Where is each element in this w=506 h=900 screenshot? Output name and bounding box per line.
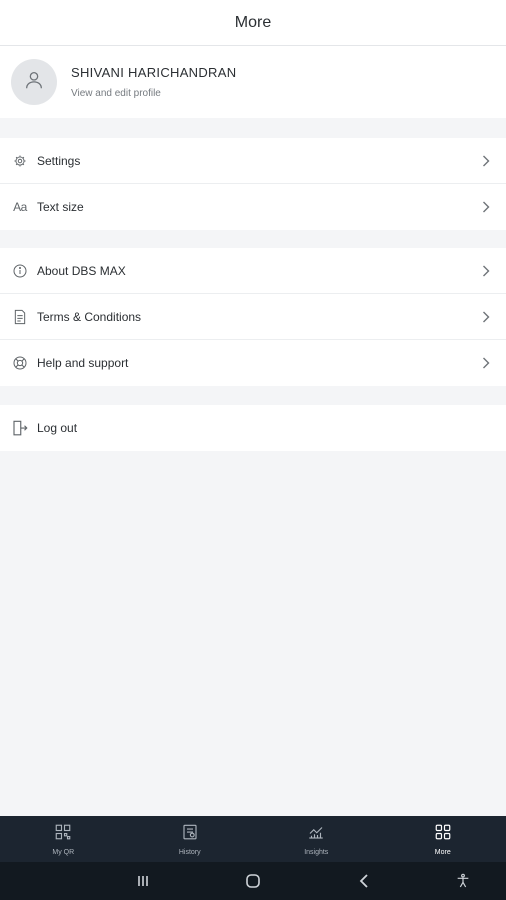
info-group: About DBS MAX Terms & Conditions Help an… <box>0 248 506 386</box>
menu-item-settings[interactable]: Settings <box>0 138 506 184</box>
profile-row[interactable]: SHIVANI HARICHANDRAN View and edit profi… <box>0 46 506 118</box>
insights-icon <box>307 823 325 846</box>
menu-item-about[interactable]: About DBS MAX <box>0 248 506 294</box>
menu-item-text-size[interactable]: Aa Text size <box>0 184 506 230</box>
logout-group: Log out <box>0 405 506 451</box>
profile-edit-link[interactable]: View and edit profile <box>71 88 236 99</box>
chevron-right-icon <box>480 201 492 213</box>
info-icon <box>11 262 29 280</box>
accessibility-icon[interactable] <box>451 869 475 893</box>
qr-icon <box>54 823 72 846</box>
home-icon[interactable] <box>241 869 265 893</box>
menu-item-label: Terms & Conditions <box>37 309 142 324</box>
recent-apps-icon[interactable] <box>131 869 155 893</box>
menu-item-label: Log out <box>37 421 78 435</box>
chevron-right-icon <box>480 155 492 167</box>
lifebuoy-icon <box>11 354 29 372</box>
menu-item-label: Text size <box>37 200 84 214</box>
gear-icon <box>11 152 29 170</box>
menu-item-terms[interactable]: Terms & Conditions <box>0 294 506 340</box>
menu-item-label: Help and support <box>37 356 129 370</box>
document-icon <box>11 308 29 326</box>
tab-label: My QR <box>52 848 75 856</box>
page-title: More <box>234 13 272 31</box>
user-icon <box>23 69 45 96</box>
menu-item-label: Settings <box>37 153 81 168</box>
app-header: More <box>0 0 506 46</box>
tab-label: History <box>178 848 201 856</box>
history-icon <box>181 823 199 846</box>
grid-icon <box>434 823 452 846</box>
menu-item-label: About DBS MAX <box>37 263 126 278</box>
bottom-tab-bar: My QR History Insights More <box>0 816 506 862</box>
chevron-right-icon <box>480 357 492 369</box>
text-size-icon: Aa <box>13 200 27 214</box>
profile-name: SHIVANI HARICHANDRAN <box>71 65 237 80</box>
menu-item-logout[interactable]: Log out <box>0 405 506 451</box>
tab-label: More <box>434 848 451 856</box>
settings-group: Settings Aa Text size <box>0 138 506 230</box>
tab-history[interactable]: History <box>127 816 254 862</box>
logout-icon <box>11 419 29 437</box>
chevron-right-icon <box>480 265 492 277</box>
tab-insights[interactable]: Insights <box>253 816 380 862</box>
tab-my-qr[interactable]: My QR <box>0 816 127 862</box>
back-icon[interactable] <box>352 869 376 893</box>
chevron-right-icon <box>480 311 492 323</box>
system-nav-bar <box>0 862 506 900</box>
menu-item-help[interactable]: Help and support <box>0 340 506 386</box>
tab-label: Insights <box>304 848 329 856</box>
avatar <box>11 59 57 105</box>
tab-more[interactable]: More <box>380 816 506 862</box>
